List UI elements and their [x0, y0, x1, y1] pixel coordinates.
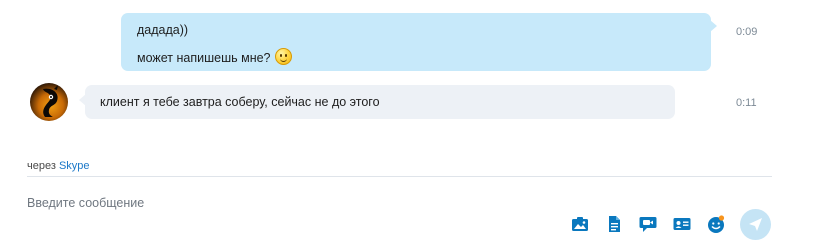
incoming-message-bubble[interactable]: клиент я тебе завтра соберу, сейчас не д… — [79, 85, 675, 119]
message-text-line: дадада)) — [137, 23, 189, 37]
send-photo-icon[interactable] — [570, 214, 590, 234]
message-timestamp: 0:09 — [736, 26, 758, 38]
message-text-line: может напишешь мне? — [137, 45, 292, 66]
via-label: через Skype — [27, 160, 90, 172]
message-text: может напишешь мне? — [137, 51, 271, 65]
avatar-image — [43, 85, 58, 117]
emoticon-icon[interactable] — [706, 214, 726, 234]
contact-avatar[interactable] — [30, 83, 68, 121]
message-input[interactable]: Введите сообщение — [27, 196, 144, 210]
via-prefix: через — [27, 160, 56, 172]
skype-link[interactable]: Skype — [59, 160, 90, 172]
chat-conversation: дадада)) может напишешь мне? 0:09 клиент… — [0, 0, 819, 249]
send-icon — [749, 218, 762, 231]
send-contact-icon[interactable] — [672, 214, 692, 234]
divider — [27, 176, 772, 177]
message-text: клиент я тебе завтра соберу, сейчас не д… — [100, 95, 380, 109]
outgoing-message-bubble[interactable]: дадада)) может напишешь мне? — [121, 13, 717, 71]
send-button[interactable] — [740, 209, 771, 240]
message-timestamp: 0:11 — [736, 97, 757, 109]
send-file-icon[interactable] — [604, 214, 624, 234]
smile-emoji-icon — [274, 48, 292, 65]
video-message-icon[interactable] — [638, 214, 658, 234]
